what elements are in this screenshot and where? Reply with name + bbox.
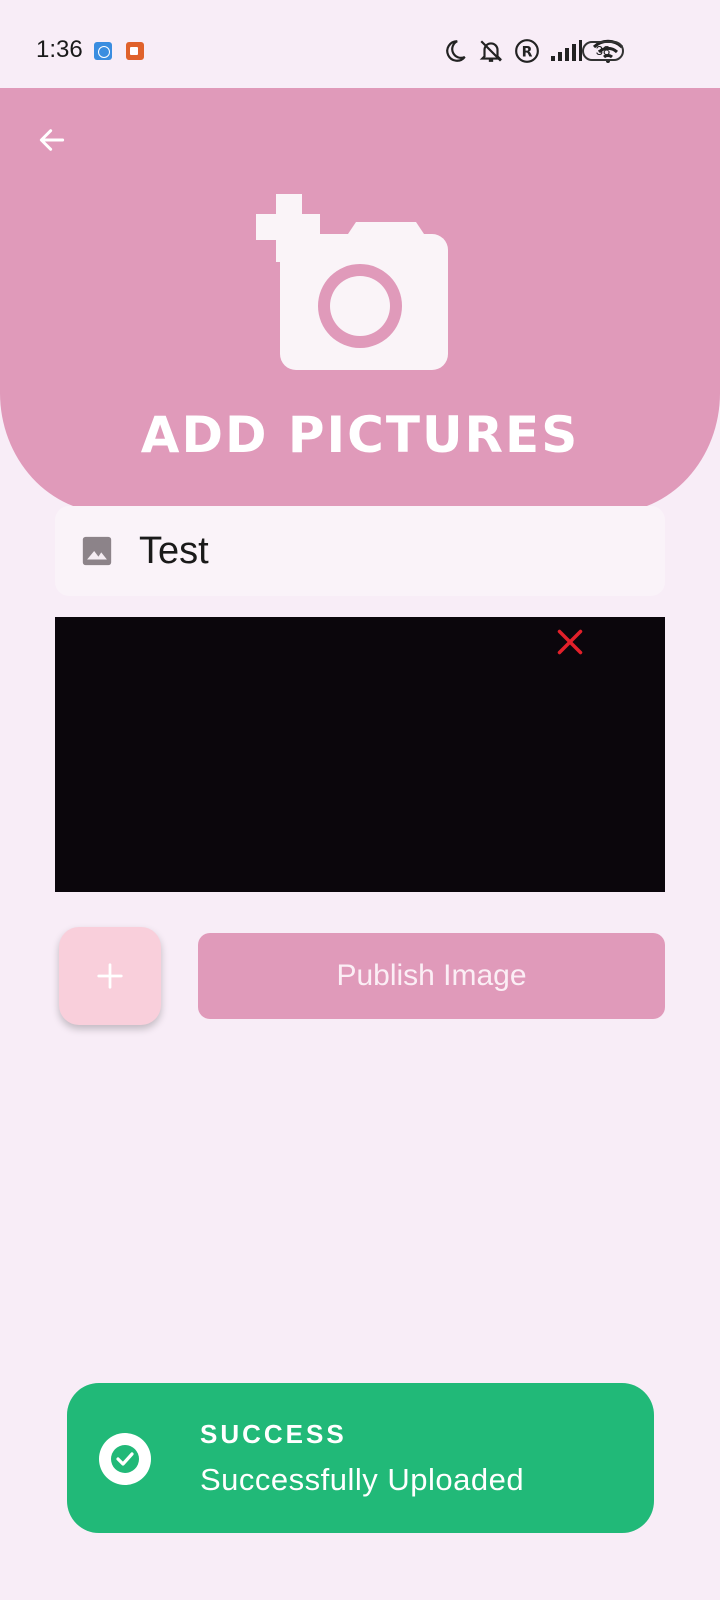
header: ADD PICTURES (0, 88, 720, 513)
status-time: 1:36 (36, 36, 83, 63)
status-bar: 1:36 R 38 (0, 0, 720, 88)
plus-icon (97, 963, 123, 989)
remove-image-button[interactable] (553, 625, 587, 659)
check-circle-icon (99, 1433, 151, 1485)
toast-message: Successfully Uploaded (200, 1462, 525, 1497)
svg-text:R: R (522, 44, 533, 60)
arrow-left-icon (39, 129, 65, 151)
battery-indicator: 38 (582, 41, 624, 61)
publish-button-label: Publish Image (336, 959, 527, 992)
video-notification-icon (126, 42, 144, 60)
signal-icon (551, 40, 582, 61)
image-icon (79, 533, 115, 569)
bell-muted-icon (479, 40, 503, 62)
screen: 1:36 R 38 ADD PICTURES Test Publish Imag… (0, 0, 720, 1600)
success-toast: SUCCESS Successfully Uploaded (67, 1383, 654, 1533)
title-field[interactable]: Test (55, 506, 665, 596)
page-title: ADD PICTURES (140, 406, 580, 464)
moon-icon (446, 40, 466, 62)
add-image-button[interactable] (59, 927, 161, 1025)
close-icon (557, 629, 583, 655)
add-camera-icon (256, 194, 448, 370)
publish-image-button[interactable]: Publish Image (198, 933, 665, 1019)
title-input-value[interactable]: Test (139, 530, 209, 573)
messenger-notification-icon (94, 42, 112, 60)
toast-title: SUCCESS (200, 1419, 347, 1449)
image-preview (55, 617, 665, 892)
back-button[interactable] (30, 118, 74, 162)
battery-level: 38 (595, 43, 611, 58)
registered-icon: R (515, 39, 539, 63)
